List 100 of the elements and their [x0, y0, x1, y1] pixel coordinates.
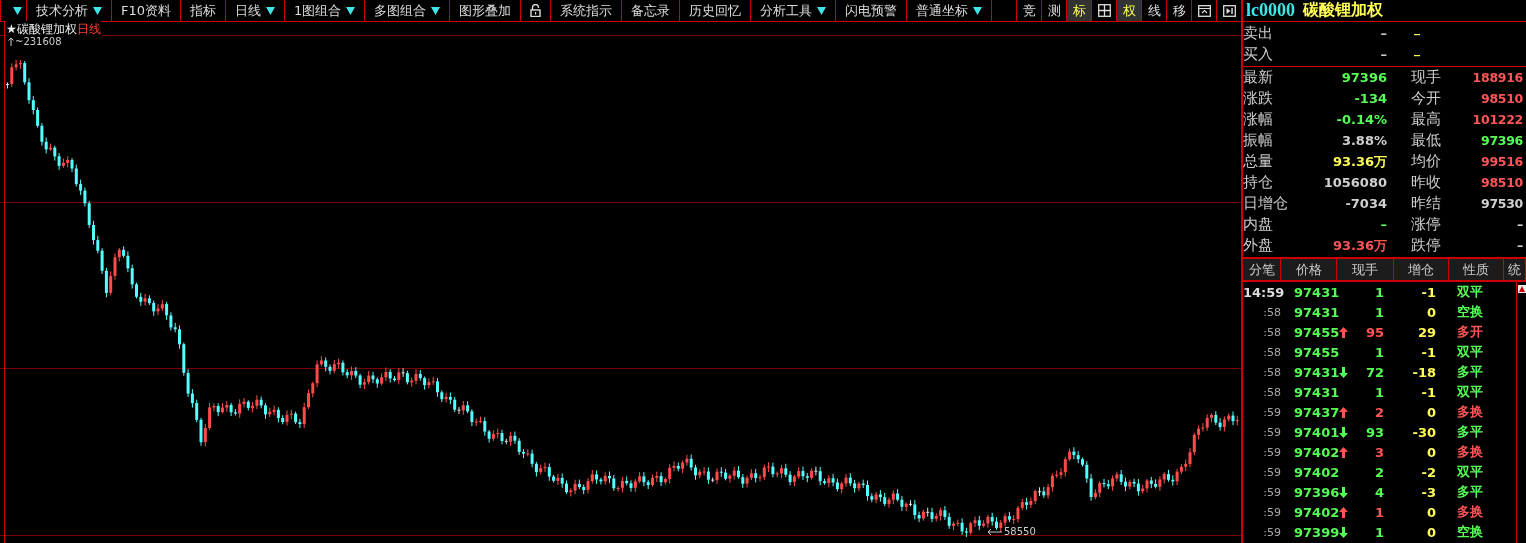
tick-time: :58 [1262, 345, 1281, 359]
toolbar-button[interactable]: 系统指示 [560, 1, 613, 20]
tick-time: :59 [1262, 405, 1281, 419]
tick-volume: 1 [1373, 284, 1384, 300]
tick-time: :58 [1262, 325, 1281, 339]
tick-time: :59 [1262, 425, 1281, 439]
tick-price: 97431 [1294, 384, 1340, 400]
tick-open-interest: -30 [1411, 424, 1436, 440]
quote-label: 总量 [1243, 152, 1274, 171]
toolbar-button[interactable]: 闪电预警 [845, 1, 898, 20]
tool-button[interactable]: 线 [1142, 0, 1167, 21]
tick-open-interest: -1 [1420, 384, 1436, 400]
tick-type: 多换 [1456, 403, 1483, 421]
tick-volume: 1 [1373, 384, 1384, 400]
quote-value: 98510 [1480, 91, 1523, 106]
tick-open-interest: 0 [1425, 304, 1436, 320]
pointer-arrow [8, 37, 14, 47]
quote-label: 持仓 [1243, 173, 1274, 192]
tick-type: 空换 [1456, 303, 1483, 321]
toolbar-button[interactable]: 分析工具 [760, 1, 813, 20]
tool-button[interactable]: 竞 [1017, 0, 1042, 21]
quote-value: 93.36万 [1331, 236, 1387, 255]
tick-volume: 1 [1373, 344, 1384, 360]
toolbar-button[interactable]: 历史回忆 [689, 1, 742, 20]
quote-label: 涨跌 [1243, 89, 1274, 108]
tick-type: 多平 [1456, 483, 1483, 501]
quote-value: -7034 [1344, 196, 1387, 211]
tick-type: 双平 [1456, 383, 1483, 401]
tick-type: 双平 [1456, 463, 1483, 481]
quote-value: – [1379, 26, 1387, 41]
chart-period: 日线 [76, 21, 101, 38]
caret-icon[interactable] [431, 6, 441, 15]
caret-icon[interactable] [13, 6, 22, 15]
skip-icon [1222, 4, 1236, 17]
contract-name: 碳酸锂加权 [1303, 0, 1383, 21]
toolbar-button[interactable]: 多图组合 [374, 1, 427, 20]
lock-icon[interactable] [530, 4, 542, 17]
quote-label: 均价 [1411, 152, 1442, 171]
quote-value: – [1516, 217, 1523, 232]
toolbar-button[interactable]: 技术分析 [36, 1, 88, 20]
price-label: ~231608 [15, 36, 62, 47]
tick-open-interest: 0 [1425, 524, 1436, 540]
quote-label: 最新 [1243, 68, 1274, 87]
tick-price: 97431 [1294, 364, 1340, 380]
quote-label: 跌停 [1411, 236, 1442, 255]
tick-volume: 2 [1373, 404, 1384, 420]
tool-button[interactable]: 标 [1067, 0, 1092, 21]
quote-label: 最低 [1411, 131, 1442, 150]
tick-type: 多换 [1456, 503, 1483, 521]
column-header: 现手 [1337, 259, 1394, 280]
caret-icon[interactable] [266, 6, 276, 15]
tick-open-interest: -18 [1411, 364, 1436, 380]
quote-value: – [1379, 217, 1387, 232]
toolbar-button[interactable]: 日线 [235, 1, 262, 20]
tick-volume: 2 [1373, 464, 1384, 480]
tick-open-interest: 0 [1425, 404, 1436, 420]
toolbar-button[interactable]: 指标 [190, 1, 217, 20]
tool-button[interactable]: 移 [1167, 0, 1192, 21]
toolbar-button[interactable]: F10资料 [121, 1, 172, 20]
tick-time: :59 [1262, 505, 1281, 519]
window-icon [1197, 4, 1211, 17]
tick-time: :58 [1262, 365, 1281, 379]
caret-icon[interactable] [346, 6, 356, 15]
grid-icon [1097, 4, 1111, 17]
toolbar-button[interactable]: 普通坐标 [916, 1, 969, 20]
tick-open-interest: 0 [1425, 444, 1436, 460]
tick-type: 多换 [1456, 443, 1483, 461]
tick-price: 97431 [1294, 284, 1340, 300]
quote-label: 涨幅 [1243, 110, 1274, 129]
quote-value: 3.88% [1340, 133, 1387, 148]
quote-label: 外盘 [1243, 236, 1274, 255]
caret-icon[interactable] [973, 6, 983, 15]
tick-open-interest: 29 [1416, 324, 1436, 340]
tool-button[interactable]: 权 [1117, 0, 1142, 21]
quote-value: – [1516, 238, 1523, 253]
tick-volume: 3 [1373, 444, 1384, 460]
tick-type: 多开 [1456, 323, 1483, 341]
pointer-arrow [987, 528, 1003, 536]
tick-type: 双平 [1456, 283, 1483, 301]
tick-price: 97399 [1294, 524, 1340, 540]
toolbar-button[interactable]: 备忘录 [631, 1, 671, 20]
quote-value: 97396 [1480, 133, 1523, 148]
contract-code: lc0000 [1246, 0, 1295, 21]
quote-value: -0.14% [1335, 112, 1387, 127]
caret-icon[interactable] [93, 6, 102, 15]
quote-label: 昨收 [1411, 173, 1442, 192]
toolbar-button[interactable]: 图形叠加 [459, 1, 512, 20]
caret-icon[interactable] [817, 6, 827, 15]
toolbar-button[interactable]: 1图组合 [294, 1, 342, 20]
scroll-up-icon[interactable] [1517, 285, 1526, 293]
quote-label: 内盘 [1243, 215, 1274, 234]
tick-volume: 1 [1373, 524, 1384, 540]
quote-value: 101222 [1471, 112, 1523, 127]
tick-price: 97402 [1294, 464, 1340, 480]
quote-label: 日增仓 [1243, 194, 1289, 213]
tick-price: 97396 [1294, 484, 1340, 500]
chart-title: ★碳酸锂加权 [6, 21, 77, 37]
tick-type: 多平 [1456, 363, 1483, 381]
tick-volume: 95 [1364, 324, 1384, 340]
quote-value: 93.36万 [1331, 152, 1387, 171]
